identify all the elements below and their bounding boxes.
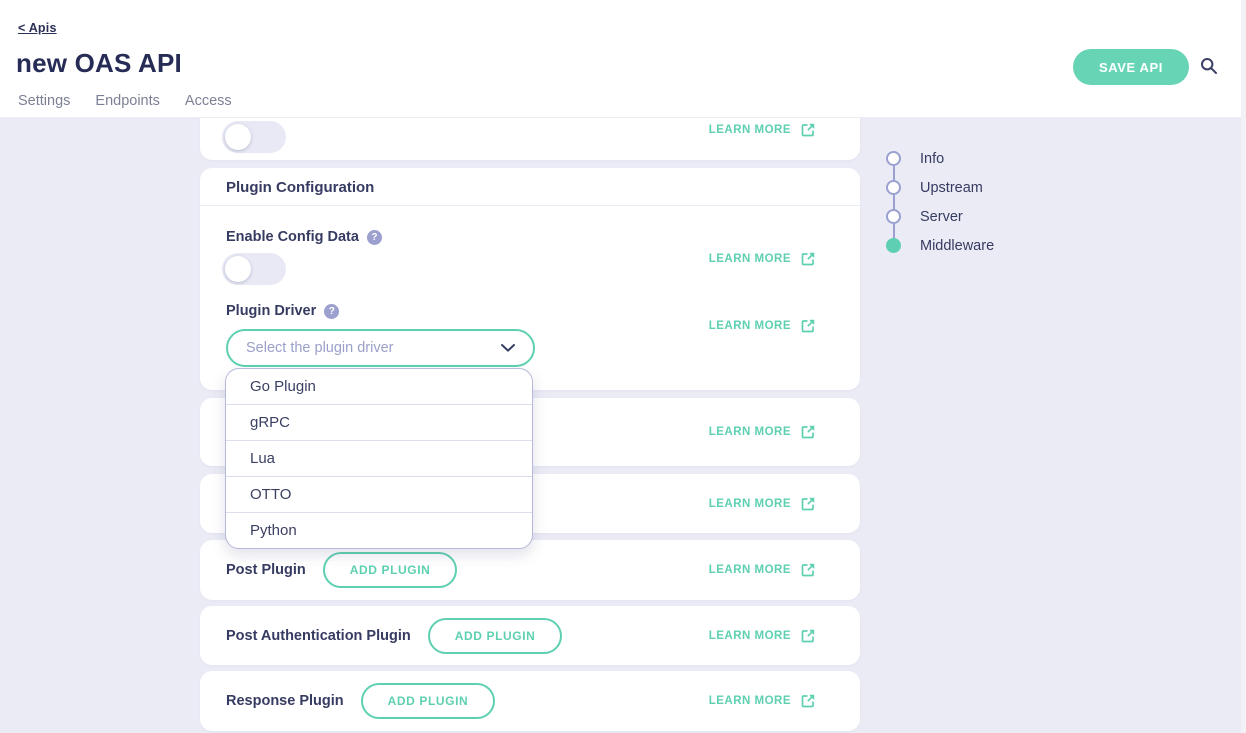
card-clipped-top: LEARN MORE (200, 117, 860, 160)
post-authentication-plugin-label: Post Authentication Plugin (226, 628, 411, 644)
learn-more-label: LEARN MORE (709, 695, 791, 707)
stepper-item-middleware[interactable]: Middleware (886, 231, 1046, 260)
stepper-item-server[interactable]: Server (886, 202, 1046, 231)
stepper-item-info[interactable]: Info (886, 144, 1046, 173)
learn-more-link[interactable]: LEARN MORE (709, 251, 816, 267)
enable-config-data-toggle-off[interactable] (222, 253, 286, 285)
step-label: Middleware (920, 238, 994, 254)
learn-more-label: LEARN MORE (709, 498, 791, 510)
toggle-knob (225, 124, 251, 150)
search-icon[interactable] (1200, 57, 1218, 75)
plugin-driver-select[interactable]: Select the plugin driver (226, 329, 535, 367)
learn-more-link[interactable]: LEARN MORE (709, 424, 816, 440)
learn-more-label: LEARN MORE (709, 426, 791, 438)
step-label: Server (920, 209, 963, 225)
api-designer-screen: < Apis new OAS API Settings Endpoints Ac… (0, 0, 1246, 733)
learn-more-link[interactable]: LEARN MORE (709, 628, 816, 644)
tab-endpoints[interactable]: Endpoints (95, 93, 160, 109)
enable-config-data-text: Enable Config Data (226, 229, 359, 245)
plugin-driver-dropdown: Go Plugin gRPC Lua OTTO Python (225, 368, 533, 549)
divider (200, 205, 860, 206)
tab-settings[interactable]: Settings (18, 93, 70, 109)
step-label: Info (920, 151, 944, 167)
section-stepper: Info Upstream Server Middleware (886, 144, 1046, 260)
breadcrumb-apis-link[interactable]: < Apis (18, 21, 57, 35)
dropdown-option-python[interactable]: Python (226, 513, 532, 548)
learn-more-label: LEARN MORE (709, 320, 791, 332)
header: < Apis new OAS API Settings Endpoints Ac… (0, 0, 1246, 118)
help-icon[interactable] (367, 230, 382, 245)
dropdown-option-lua[interactable]: Lua (226, 441, 532, 477)
learn-more-link[interactable]: LEARN MORE (709, 122, 816, 138)
toggle-off[interactable] (222, 121, 286, 153)
plugin-driver-label: Plugin Driver (226, 303, 339, 319)
learn-more-label: LEARN MORE (709, 124, 791, 136)
add-plugin-button[interactable]: ADD PLUGIN (323, 552, 458, 588)
plugin-driver-text: Plugin Driver (226, 303, 316, 319)
learn-more-label: LEARN MORE (709, 564, 791, 576)
external-link-icon (800, 318, 816, 334)
tab-access[interactable]: Access (185, 93, 232, 109)
learn-more-label: LEARN MORE (709, 630, 791, 642)
plugin-configuration-title: Plugin Configuration (226, 179, 374, 196)
post-plugin-row: Post Plugin ADD PLUGIN LEARN MORE (200, 540, 860, 600)
add-plugin-button[interactable]: ADD PLUGIN (361, 683, 496, 719)
dropdown-option-go-plugin[interactable]: Go Plugin (226, 369, 532, 405)
post-authentication-plugin-row: Post Authentication Plugin ADD PLUGIN LE… (200, 606, 860, 665)
enable-config-data-label: Enable Config Data (226, 229, 382, 245)
response-plugin-label: Response Plugin (226, 693, 344, 709)
learn-more-link[interactable]: LEARN MORE (709, 693, 816, 709)
external-link-icon (800, 562, 816, 578)
step-circle-icon (886, 209, 901, 224)
select-placeholder: Select the plugin driver (246, 340, 501, 356)
save-api-button[interactable]: SAVE API (1073, 49, 1189, 85)
response-plugin-row: Response Plugin ADD PLUGIN LEARN MORE (200, 671, 860, 731)
learn-more-link[interactable]: LEARN MORE (709, 562, 816, 578)
step-circle-icon (886, 180, 901, 195)
page-title: new OAS API (16, 48, 182, 79)
stepper-item-upstream[interactable]: Upstream (886, 173, 1046, 202)
external-link-icon (800, 251, 816, 267)
add-plugin-button[interactable]: ADD PLUGIN (428, 618, 563, 654)
scrollbar[interactable] (1241, 0, 1246, 733)
external-link-icon (800, 628, 816, 644)
external-link-icon (800, 693, 816, 709)
chevron-down-icon (501, 344, 515, 353)
step-circle-filled-icon (886, 238, 901, 253)
external-link-icon (800, 496, 816, 512)
dropdown-option-otto[interactable]: OTTO (226, 477, 532, 513)
help-icon[interactable] (324, 304, 339, 319)
learn-more-link[interactable]: LEARN MORE (709, 496, 816, 512)
toggle-knob (225, 256, 251, 282)
external-link-icon (800, 122, 816, 138)
step-label: Upstream (920, 180, 983, 196)
external-link-icon (800, 424, 816, 440)
dropdown-option-grpc[interactable]: gRPC (226, 405, 532, 441)
plugin-configuration-card: Plugin Configuration Enable Config Data … (200, 168, 860, 390)
tab-bar: Settings Endpoints Access (18, 93, 232, 109)
learn-more-link[interactable]: LEARN MORE (709, 318, 816, 334)
step-circle-icon (886, 151, 901, 166)
post-plugin-label: Post Plugin (226, 562, 306, 578)
learn-more-label: LEARN MORE (709, 253, 791, 265)
